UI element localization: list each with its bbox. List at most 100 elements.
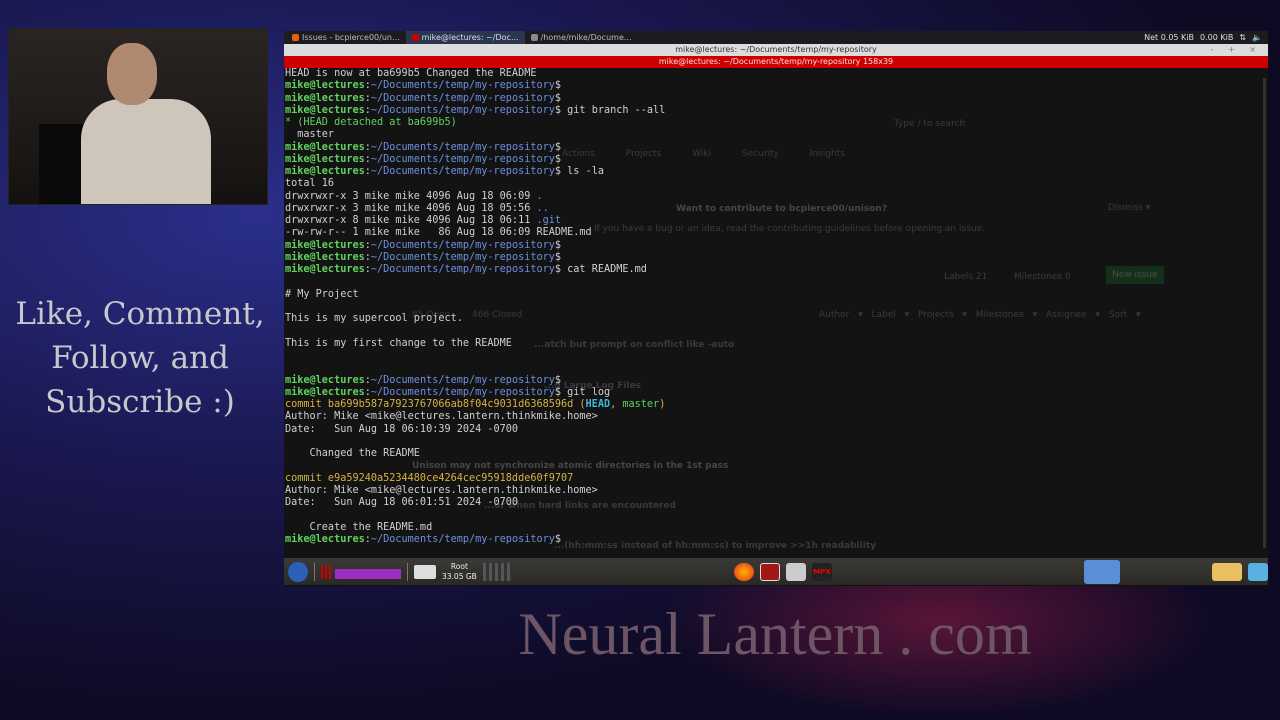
terminal[interactable]: Type / to search Actions Projects Wiki S…: [284, 68, 1268, 558]
prompt-path: ~/Documents/temp/my-repository: [370, 386, 555, 398]
desktop-window: Issues - bcpierce00/un... mike@lectures:…: [284, 31, 1268, 586]
screen-icon[interactable]: [1248, 562, 1268, 581]
disk-label: Root: [450, 561, 468, 571]
cta-line: Like, Comment,: [15, 296, 265, 332]
output-text: This is my first change to the README: [285, 337, 512, 349]
terminal-scrollbar[interactable]: [1263, 78, 1266, 548]
output-text: drwxrwxr-x 3 mike mike 4096 Aug 18 05:56: [285, 202, 537, 214]
brand-watermark: Neural Lantern . com: [518, 601, 1032, 667]
output-text: commit ba699b587a7923767066ab8f04c9031d6…: [285, 399, 586, 411]
prompt-path: ~/Documents/temp/my-repository: [370, 374, 555, 386]
prompt-path: ~/Documents/temp/my-repository: [370, 104, 555, 116]
ghost-filters: Author ▾ Label ▾ Projects ▾ Milestones ▾…: [819, 310, 1141, 320]
call-to-action: Like, Comment, Follow, and Subscribe :): [10, 292, 270, 424]
output-text: ls -la: [561, 166, 604, 178]
prompt-path: ~/Documents/temp/my-repository: [370, 264, 555, 276]
output-text: # My Project: [285, 288, 359, 300]
workspace-switcher[interactable]: [482, 562, 513, 581]
terminal-line: -rw-rw-r-- 1 mike mike 86 Aug 18 06:09 R…: [285, 227, 665, 239]
top-panel: Issues - bcpierce00/un... mike@lectures:…: [284, 31, 1268, 44]
prompt-user: mike@lectures: [285, 251, 365, 263]
ghost-search: Type / to search: [894, 119, 966, 129]
output-text: .git: [536, 215, 562, 227]
output-text: drwxrwxr-x 3 mike mike 4096 Aug 18 06:09: [285, 190, 537, 202]
tab-label: Issues - bcpierce00/un...: [302, 33, 400, 42]
terminal-line: drwxrwxr-x 8 mike mike 4096 Aug 18 06:11…: [285, 215, 665, 227]
firefox-launcher-icon[interactable]: [734, 562, 754, 581]
taskbar-tab-files[interactable]: /home/mike/Docume...: [525, 31, 638, 44]
window-titlebar[interactable]: mike@lectures: ~/Documents/temp/my-repos…: [284, 44, 1268, 56]
terminal-line: This is my first change to the README: [285, 338, 665, 350]
disk-usage: Root 33.05 GB: [442, 562, 477, 582]
terminal-launcher-icon[interactable]: [760, 562, 780, 581]
output-text: master: [622, 399, 660, 411]
prompt-user: mike@lectures: [285, 141, 365, 153]
terminal-line: mike@lectures:~/Documents/temp/my-reposi…: [285, 166, 604, 178]
terminal-line: Author: Mike <mike@lectures.lantern.thin…: [285, 485, 665, 497]
prompt-path: ~/Documents/temp/my-repository: [370, 251, 555, 263]
terminal-line: Changed the README: [285, 448, 665, 460]
bottom-panel: Root 33.05 GB MPX: [284, 558, 1268, 585]
volume-icon[interactable]: 🔈: [1252, 33, 1262, 42]
window-controls[interactable]: - + ×: [1211, 44, 1262, 56]
terminal-line: Date: Sun Aug 18 06:01:51 2024 -0700: [285, 497, 665, 509]
prompt-path: ~/Documents/temp/my-repository: [370, 80, 555, 92]
files-launcher-icon[interactable]: [786, 562, 806, 581]
webcam-feed: [8, 28, 268, 205]
terminal-line: mike@lectures:~/Documents/temp/my-reposi…: [285, 239, 562, 251]
network-icon[interactable]: ⇅: [1239, 33, 1246, 42]
output-text: commit e9a59240a5234480ce4264cec95918dde…: [285, 472, 574, 484]
prompt-user: mike@lectures: [285, 386, 365, 398]
terminal-line: drwxrwxr-x 3 mike mike 4096 Aug 18 05:56…: [285, 203, 665, 215]
prompt-user: mike@lectures: [285, 374, 365, 386]
terminal-line: Create the README.md: [285, 522, 665, 534]
terminal-line: mike@lectures:~/Documents/temp/my-reposi…: [285, 80, 562, 92]
ghost-banner: Want to contribute to bcpierce00/unison?: [676, 204, 888, 214]
xfce-menu-icon[interactable]: [288, 561, 308, 582]
terminal-line: # My Project: [285, 289, 665, 301]
folder-button-icon[interactable]: [1212, 562, 1242, 581]
prompt-user: mike@lectures: [285, 104, 365, 116]
output-text: Author: Mike <mike@lectures.lantern.thin…: [285, 411, 598, 423]
terminal-line: Date: Sun Aug 18 06:10:39 2024 -0700: [285, 424, 665, 436]
terminal-line: master: [285, 129, 665, 141]
terminal-line: mike@lectures:~/Documents/temp/my-reposi…: [285, 534, 562, 546]
terminal-line: mike@lectures:~/Documents/temp/my-reposi…: [285, 386, 611, 398]
terminal-header: mike@lectures: ~/Documents/temp/my-repos…: [284, 56, 1268, 68]
ghost-dismiss: Dismiss ▾: [1108, 203, 1151, 213]
mpx-launcher-icon[interactable]: MPX: [812, 562, 832, 581]
terminal-line: mike@lectures:~/Documents/temp/my-reposi…: [285, 92, 562, 104]
prompt-user: mike@lectures: [285, 239, 365, 251]
prompt-user: mike@lectures: [285, 92, 365, 104]
output-text: * (HEAD detached at ba699b5): [285, 117, 457, 129]
net-speed-up: 0.00 KiB: [1200, 33, 1234, 42]
taskbar-tab-terminal[interactable]: mike@lectures: ~/Doc...: [405, 31, 525, 44]
active-window-button[interactable]: [1084, 559, 1120, 584]
output-text: drwxrwxr-x 8 mike mike 4096 Aug 18 06:11: [285, 215, 537, 227]
prompt-path: ~/Documents/temp/my-repository: [370, 92, 555, 104]
cta-line: Subscribe :): [45, 384, 235, 420]
output-text: .: [536, 190, 543, 202]
terminal-line: mike@lectures:~/Documents/temp/my-reposi…: [285, 141, 562, 153]
output-text: Changed the README: [285, 448, 420, 460]
output-text: -rw-rw-r-- 1 mike mike 86 Aug 18 06:09 R…: [285, 227, 592, 239]
output-text: Create the README.md: [285, 521, 433, 533]
output-text: ,: [610, 399, 623, 411]
system-tray: Net 0.05 KiB 0.00 KiB ⇅ 🔈: [1144, 33, 1268, 42]
ghost-new-issue: New issue: [1106, 266, 1164, 284]
prompt-user: mike@lectures: [285, 166, 365, 178]
disk-size: 33.05 GB: [442, 571, 477, 581]
output-text: ..: [536, 202, 549, 214]
folder-icon: [530, 34, 538, 41]
taskbar-tab-browser[interactable]: Issues - bcpierce00/un...: [286, 31, 406, 44]
net-speed-down: Net 0.05 KiB: [1144, 33, 1195, 42]
output-text: This is my supercool project.: [285, 313, 463, 325]
ghost-milestones: Milestones 0: [1014, 272, 1071, 282]
terminal-line: mike@lectures:~/Documents/temp/my-reposi…: [285, 251, 562, 263]
